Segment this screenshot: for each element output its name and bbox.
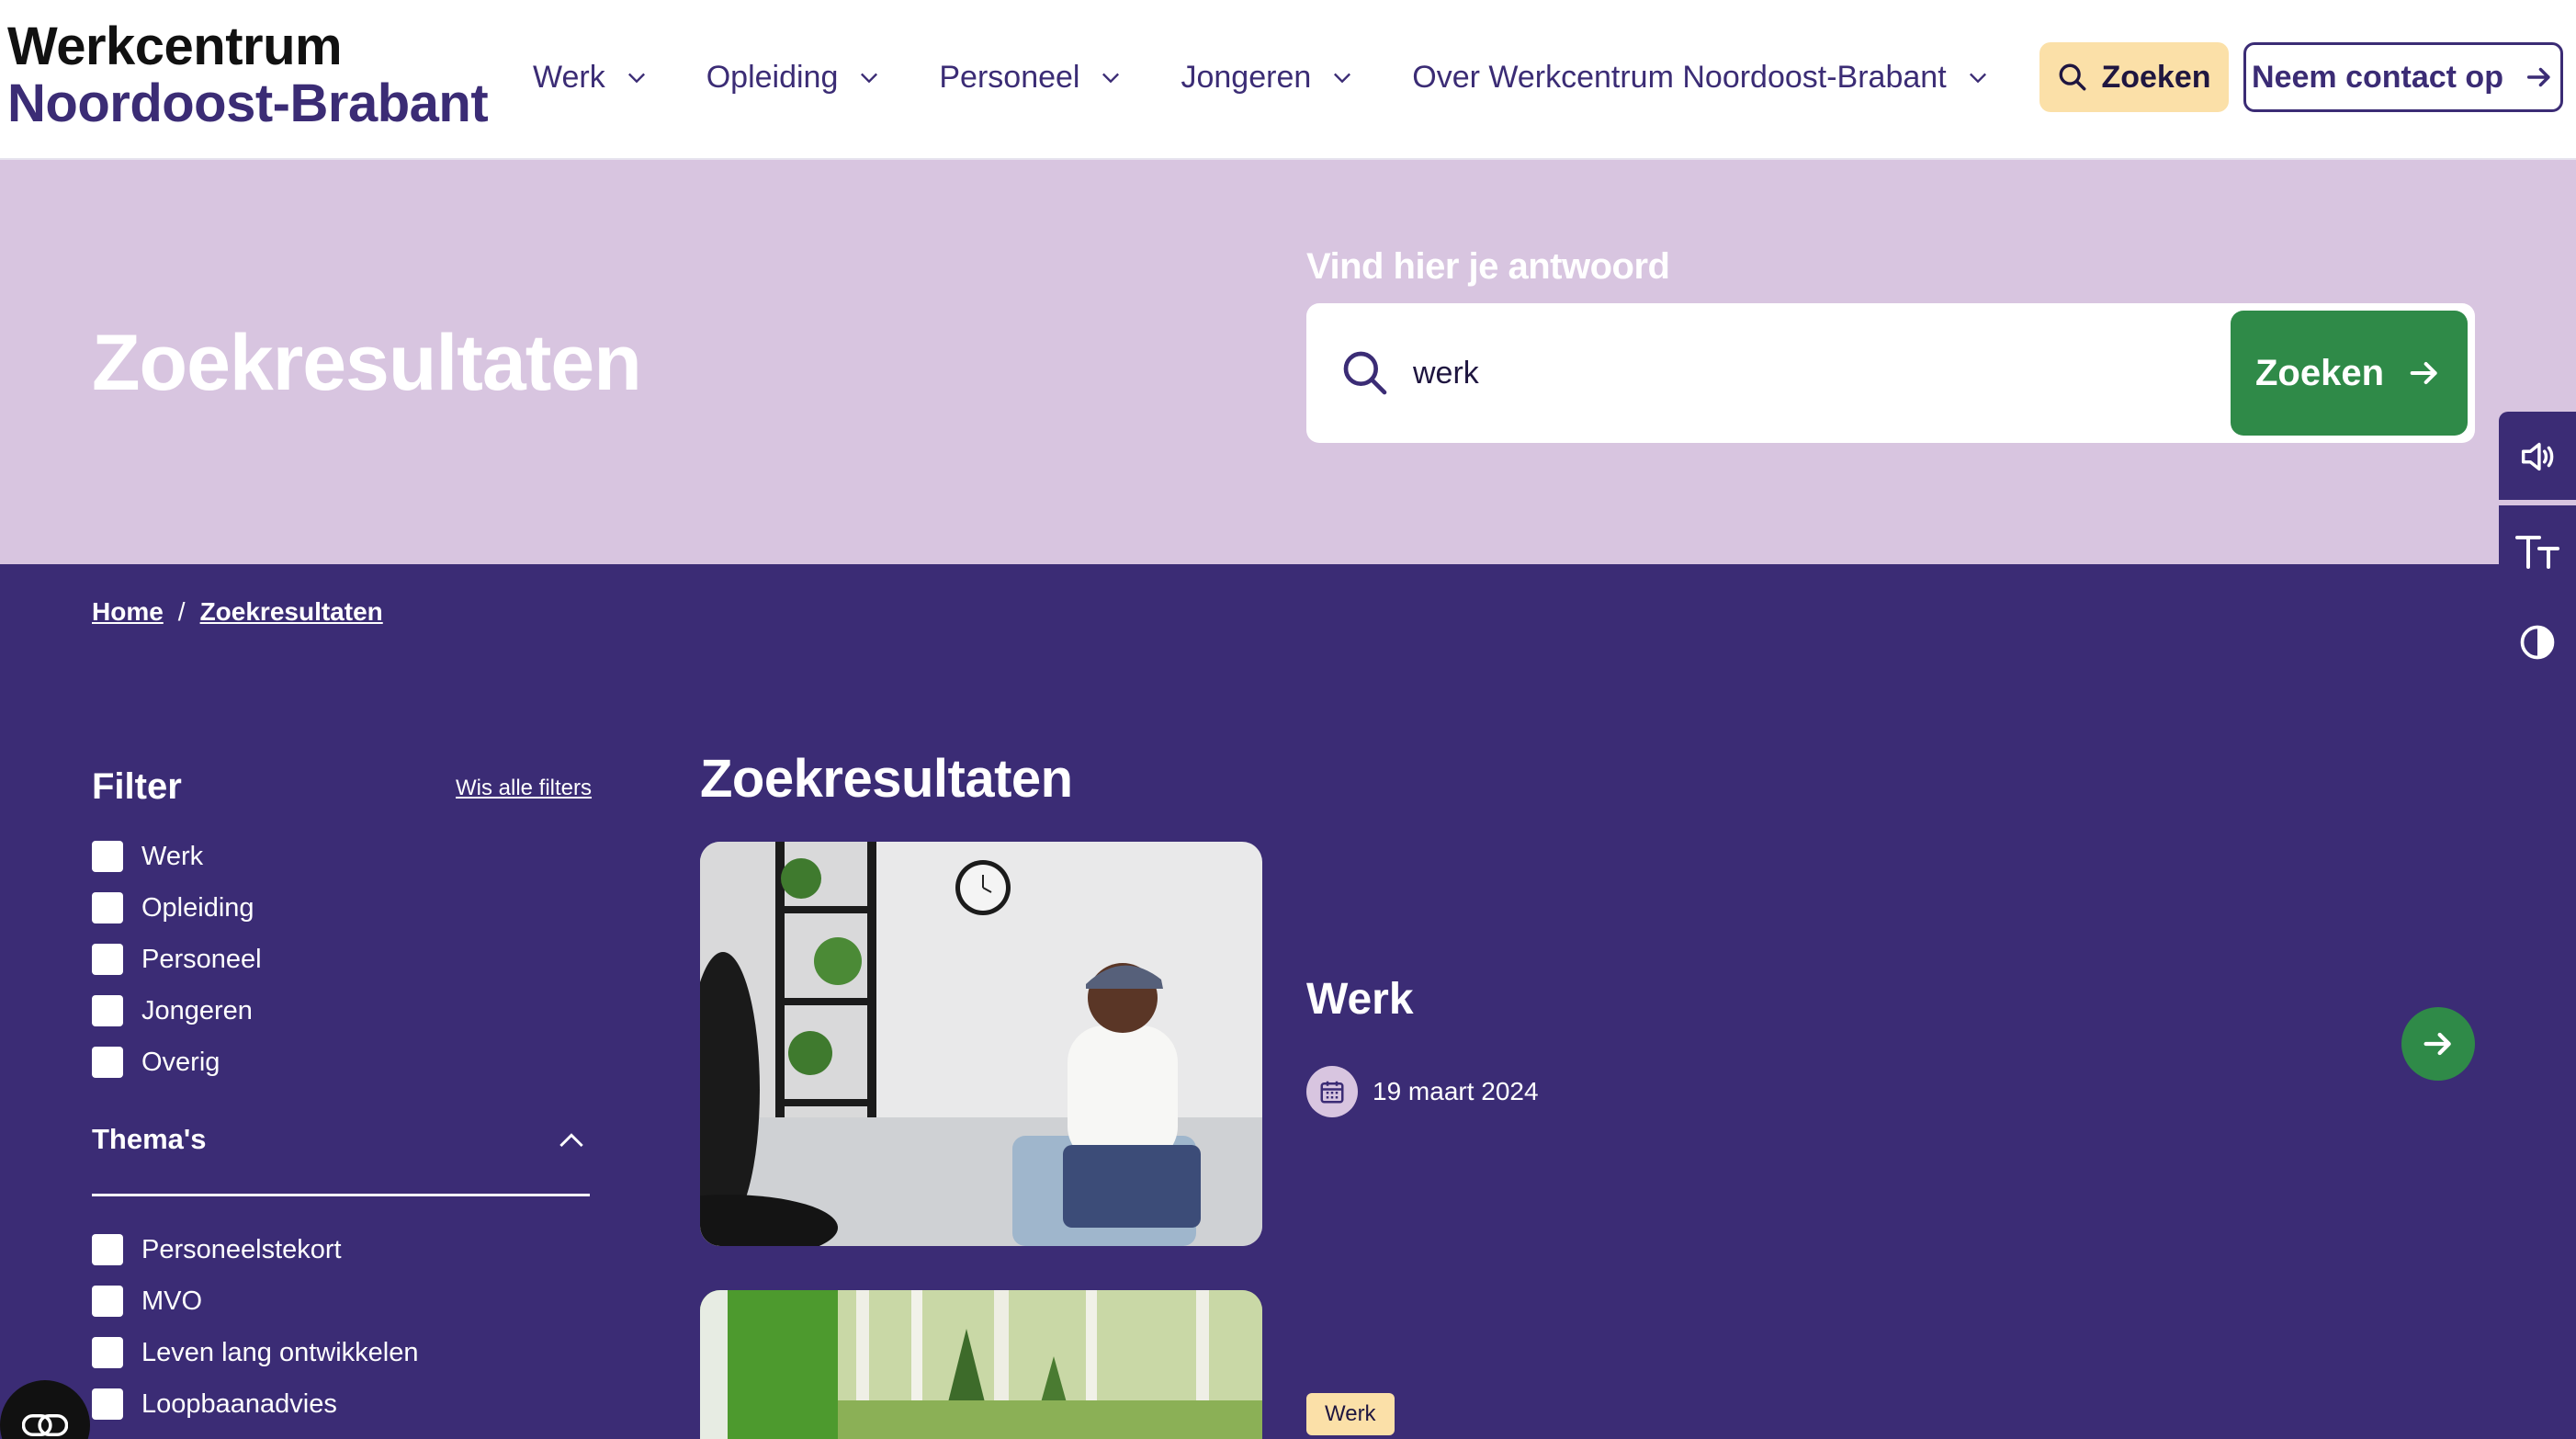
- nav-label: Over Werkcentrum Noordoost-Brabant: [1412, 59, 1947, 95]
- filter-option-label: MVO: [141, 1286, 203, 1316]
- checkbox[interactable]: [92, 1388, 123, 1420]
- arrow-right-icon: [2410, 362, 2437, 384]
- nav-item-opleiding[interactable]: Opleiding: [706, 53, 883, 101]
- contrast-icon: [2520, 625, 2555, 660]
- filter-title: Filter: [92, 766, 182, 807]
- filter-option[interactable]: Leven lang ontwikkelen: [92, 1327, 418, 1378]
- chevron-down-icon: [1334, 73, 1351, 84]
- speaker-icon: [2521, 442, 2554, 471]
- result-category-tag: Werk: [1306, 1393, 1395, 1435]
- filter-option-label: Loopbaanadvies: [141, 1388, 337, 1419]
- chevron-down-icon: [1102, 73, 1120, 84]
- result-date: 19 maart 2024: [1306, 1066, 1539, 1117]
- search-label: Vind hier je antwoord: [1306, 246, 1670, 287]
- nav-item-jongeren[interactable]: Jongeren: [1181, 53, 1355, 101]
- category-filter-list: Werk Opleiding Personeel Jongeren Overig: [92, 831, 262, 1088]
- filter-option-label: Opleiding: [141, 892, 254, 923]
- checkbox[interactable]: [92, 1286, 123, 1317]
- contact-button[interactable]: Neem contact op: [2243, 42, 2563, 112]
- chevron-down-icon: [1969, 73, 1986, 84]
- search-submit-button[interactable]: Zoeken: [2231, 311, 2468, 436]
- checkbox[interactable]: [92, 1337, 123, 1368]
- filter-option-label: Overig: [141, 1047, 220, 1077]
- nav-label: Opleiding: [706, 59, 839, 95]
- filter-option-label: Jongeren: [141, 995, 253, 1025]
- nav-label: Jongeren: [1181, 59, 1312, 95]
- themes-title: Thema's: [92, 1123, 207, 1155]
- logo-line-1: Werkcentrum: [7, 17, 343, 76]
- search-form: Zoeken: [1306, 303, 2475, 443]
- cookie-settings-button[interactable]: [0, 1380, 90, 1439]
- filter-option-label: Werk: [141, 841, 204, 871]
- checkbox[interactable]: [92, 1234, 123, 1265]
- arrow-right-icon: [2423, 1032, 2451, 1056]
- nav-label: Personeel: [939, 59, 1080, 95]
- chevron-down-icon: [627, 73, 645, 84]
- theme-filter-list: Personeelstekort MVO Leven lang ontwikke…: [92, 1224, 418, 1430]
- header-search-button[interactable]: Zoeken: [2039, 42, 2229, 112]
- filter-option[interactable]: Loopbaanadvies: [92, 1378, 418, 1430]
- text-size-button[interactable]: [2499, 511, 2576, 594]
- result-open-button[interactable]: [2401, 1007, 2475, 1081]
- nav-label: Werk: [533, 59, 605, 95]
- filter-option-label: Personeel: [141, 944, 262, 974]
- hero-banner: Zoekresultaten Vind hier je antwoord Zoe…: [0, 160, 2576, 564]
- chevron-down-icon: [861, 73, 878, 84]
- filter-option[interactable]: MVO: [92, 1275, 418, 1327]
- site-header: Werkcentrum Noordoost-Brabant Werk Oplei…: [0, 0, 2576, 160]
- checkbox[interactable]: [92, 995, 123, 1026]
- forest-photo: [700, 1290, 1262, 1439]
- read-aloud-button[interactable]: [2499, 415, 2576, 498]
- contrast-button[interactable]: [2499, 601, 2576, 684]
- checkbox[interactable]: [92, 841, 123, 872]
- page-title: Zoekresultaten: [92, 319, 642, 407]
- result-image-office[interactable]: [700, 842, 1262, 1246]
- toolbar-divider: [2499, 500, 2576, 505]
- checkbox[interactable]: [92, 892, 123, 923]
- clear-filters-link[interactable]: Wis alle filters: [456, 776, 592, 801]
- calendar-glyph: [1320, 1081, 1344, 1104]
- office-photo: [700, 842, 1262, 1246]
- calendar-icon: [1306, 1066, 1358, 1117]
- breadcrumb-home[interactable]: Home: [92, 597, 164, 627]
- accessibility-toolbar: [2499, 412, 2576, 687]
- checkbox[interactable]: [92, 944, 123, 975]
- nav-item-over[interactable]: Over Werkcentrum Noordoost-Brabant: [1412, 53, 1990, 101]
- main-navigation: Werk Opleiding Personeel Jongeren Over W…: [533, 53, 1991, 101]
- themes-accordion-header[interactable]: Thema's: [92, 1123, 590, 1196]
- chevron-up-icon: [559, 1133, 583, 1148]
- filter-option[interactable]: Personeel: [92, 934, 262, 985]
- filter-option-label: Personeelstekort: [141, 1234, 342, 1264]
- filter-option[interactable]: Opleiding: [92, 882, 262, 934]
- breadcrumb-current[interactable]: Zoekresultaten: [200, 597, 383, 627]
- search-icon: [2060, 63, 2086, 91]
- checkbox[interactable]: [92, 1047, 123, 1078]
- breadcrumb: Home / Zoekresultaten: [92, 597, 383, 627]
- breadcrumb-separator: /: [177, 597, 186, 626]
- nav-item-werk[interactable]: Werk: [533, 53, 650, 101]
- search-submit-label: Zoeken: [2254, 352, 2385, 393]
- site-logo[interactable]: Werkcentrum Noordoost-Brabant: [7, 17, 489, 133]
- logo-line-2: Noordoost-Brabant: [7, 74, 489, 133]
- search-icon: [1343, 351, 1387, 395]
- nav-item-personeel[interactable]: Personeel: [939, 53, 1124, 101]
- result-title[interactable]: Werk: [1306, 974, 1414, 1025]
- filter-option[interactable]: Overig: [92, 1037, 262, 1088]
- arrow-right-icon: [2526, 67, 2550, 87]
- cookie-icon: [22, 1413, 68, 1437]
- search-input[interactable]: [1413, 340, 2056, 406]
- contact-label: Neem contact op: [2252, 59, 2503, 95]
- result-date-text: 19 maart 2024: [1373, 1077, 1539, 1105]
- filter-option[interactable]: Personeelstekort: [92, 1224, 418, 1275]
- result-image-forest[interactable]: [700, 1290, 1262, 1439]
- filter-option-label: Leven lang ontwikkelen: [141, 1337, 419, 1367]
- text-size-icon: [2515, 536, 2559, 569]
- filter-option[interactable]: Werk: [92, 831, 262, 882]
- results-title: Zoekresultaten: [700, 749, 1073, 809]
- filter-option[interactable]: Jongeren: [92, 985, 262, 1037]
- header-search-label: Zoeken: [2101, 59, 2211, 95]
